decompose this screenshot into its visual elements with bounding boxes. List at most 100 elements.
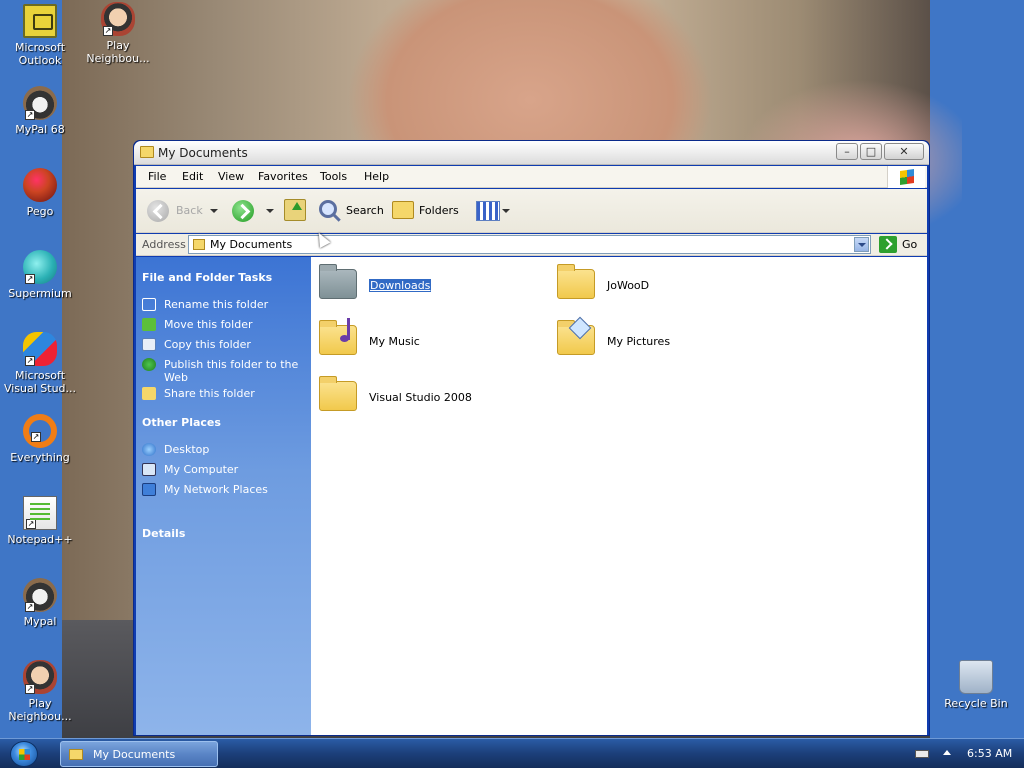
folders-button[interactable]: Folders bbox=[419, 204, 459, 217]
address-input[interactable]: My Documents bbox=[188, 235, 871, 254]
folder-icon bbox=[69, 749, 83, 760]
folder-item-my-pictures[interactable]: My Pictures bbox=[557, 316, 757, 365]
menu-help[interactable]: Help bbox=[364, 170, 389, 183]
menu-view[interactable]: View bbox=[218, 170, 244, 183]
folder-name: My Music bbox=[369, 335, 420, 348]
folder-item-visual-studio-2008[interactable]: Visual Studio 2008 bbox=[319, 376, 519, 421]
menu-edit[interactable]: Edit bbox=[182, 170, 203, 183]
taskbar-button-my-documents[interactable]: My Documents bbox=[60, 741, 218, 767]
keyboard-icon[interactable] bbox=[915, 750, 929, 758]
menu-file[interactable]: File bbox=[148, 170, 166, 183]
folder-content-area: Downloads JoWooD My Music My Pictures Vi… bbox=[311, 257, 927, 735]
pictures-folder-icon bbox=[557, 316, 595, 355]
publish-web-icon bbox=[142, 358, 156, 371]
play-neighbours-icon: ↗ bbox=[101, 2, 135, 36]
forward-arrow-icon[interactable] bbox=[232, 200, 254, 222]
desktop-icon-recycle-bin[interactable]: Recycle Bin bbox=[936, 660, 1016, 710]
music-folder-icon bbox=[319, 318, 357, 355]
menu-favorites[interactable]: Favorites bbox=[258, 170, 308, 183]
mypal-icon: ↗ bbox=[23, 578, 57, 612]
task-pane: File and Folder Tasks Rename this folder… bbox=[136, 257, 311, 735]
desktop-icon-supermium[interactable]: ↗ Supermium bbox=[0, 250, 80, 300]
file-folder-tasks-header[interactable]: File and Folder Tasks bbox=[142, 271, 272, 284]
task-rename-folder[interactable]: Rename this folder bbox=[164, 298, 304, 311]
desktop-icon-play-neighbours-2[interactable]: ↗ Play Neighbou... bbox=[0, 660, 80, 723]
desktop-icon-label: Microsoft bbox=[14, 369, 66, 382]
place-my-computer[interactable]: My Computer bbox=[164, 463, 304, 476]
folder-item-jowood[interactable]: JoWooD bbox=[557, 264, 757, 309]
desktop-icon-outlook[interactable]: Microsoft Outlook bbox=[0, 4, 80, 67]
other-places-header[interactable]: Other Places bbox=[142, 416, 221, 429]
show-hidden-icons-icon[interactable] bbox=[943, 750, 951, 755]
desktop-icon-visual-studio[interactable]: ↗ Microsoft Visual Stud... bbox=[0, 332, 80, 395]
task-move-folder[interactable]: Move this folder bbox=[164, 318, 304, 331]
place-my-network[interactable]: My Network Places bbox=[164, 483, 304, 496]
computer-icon bbox=[142, 463, 156, 476]
explorer-window: My Documents – □ ✕ File Edit View Favori… bbox=[133, 140, 930, 736]
menu-tools[interactable]: Tools bbox=[320, 170, 347, 183]
desktop-icon-label: Supermium bbox=[8, 287, 72, 300]
desktop-icon-play-neighbours[interactable]: ↗ Play Neighbou... bbox=[78, 2, 158, 65]
desktop-icon-mypal68[interactable]: ↗ MyPal 68 bbox=[0, 86, 80, 136]
chevron-down-icon[interactable] bbox=[854, 237, 869, 252]
address-value: My Documents bbox=[210, 238, 293, 251]
taskbar: My Documents 6:53 AM bbox=[0, 738, 1024, 768]
shortcut-arrow-icon: ↗ bbox=[25, 110, 35, 120]
up-folder-icon[interactable] bbox=[284, 199, 306, 221]
go-button[interactable]: Go bbox=[902, 238, 917, 251]
start-button[interactable] bbox=[10, 741, 38, 767]
desktop-icon-label: MyPal 68 bbox=[15, 123, 65, 136]
desktop-icon-label: Play bbox=[28, 697, 52, 710]
folder-icon bbox=[557, 264, 595, 299]
outlook-icon bbox=[23, 4, 57, 38]
taskbar-button-label: My Documents bbox=[93, 748, 176, 761]
go-arrow-icon[interactable] bbox=[879, 236, 897, 253]
desktop-icon-notepad-plus-plus[interactable]: ↗ Notepad++ bbox=[0, 496, 80, 546]
shortcut-arrow-icon: ↗ bbox=[26, 519, 36, 529]
search-button[interactable]: Search bbox=[346, 204, 384, 217]
folder-item-my-music[interactable]: My Music bbox=[319, 318, 519, 365]
place-desktop[interactable]: Desktop bbox=[164, 443, 304, 456]
move-icon bbox=[142, 318, 156, 331]
shortcut-arrow-icon: ↗ bbox=[103, 26, 113, 36]
share-icon bbox=[142, 387, 156, 400]
back-dropdown-icon[interactable] bbox=[210, 209, 218, 213]
views-dropdown-icon[interactable] bbox=[502, 209, 510, 213]
forward-dropdown-icon[interactable] bbox=[266, 209, 274, 213]
folder-name: JoWooD bbox=[607, 279, 650, 292]
desktop-right-strip bbox=[962, 0, 1024, 738]
folder-name: My Pictures bbox=[607, 335, 671, 348]
search-icon[interactable] bbox=[319, 200, 337, 218]
desktop-icon-label: Everything bbox=[10, 451, 70, 464]
desktop-icon-pego[interactable]: Pego bbox=[0, 168, 80, 218]
visual-studio-icon: ↗ bbox=[23, 332, 57, 366]
task-share-folder[interactable]: Share this folder bbox=[164, 387, 304, 398]
desktop-icon-label: Microsoft bbox=[14, 41, 66, 54]
notepad-plus-plus-icon: ↗ bbox=[23, 496, 57, 530]
address-bar: Address My Documents Go bbox=[136, 234, 927, 256]
back-button-label[interactable]: Back bbox=[176, 204, 203, 217]
window-titlebar[interactable]: My Documents – □ ✕ bbox=[134, 141, 929, 165]
task-publish-folder[interactable]: Publish this folder to the Web bbox=[164, 358, 304, 384]
minimize-button[interactable]: – bbox=[836, 143, 858, 160]
desktop-icon-label: Neighbou... bbox=[86, 52, 150, 65]
details-header[interactable]: Details bbox=[142, 527, 185, 540]
maximize-button[interactable]: □ bbox=[860, 143, 882, 160]
pego-icon bbox=[23, 168, 57, 202]
desktop-icon-label: Mypal bbox=[23, 615, 57, 628]
views-icon[interactable] bbox=[476, 201, 500, 221]
close-button[interactable]: ✕ bbox=[884, 143, 924, 160]
desktop-icon-everything[interactable]: ↗ Everything bbox=[0, 414, 80, 464]
folder-name: Downloads bbox=[369, 279, 432, 292]
desktop-icon-mypal[interactable]: ↗ Mypal bbox=[0, 578, 80, 628]
rename-icon bbox=[142, 298, 156, 311]
network-icon bbox=[142, 483, 156, 496]
folders-icon[interactable] bbox=[392, 201, 414, 219]
desktop-icon bbox=[142, 443, 156, 456]
clock[interactable]: 6:53 AM bbox=[967, 747, 1012, 760]
back-arrow-icon[interactable] bbox=[147, 200, 169, 222]
task-copy-folder[interactable]: Copy this folder bbox=[164, 338, 304, 351]
shortcut-arrow-icon: ↗ bbox=[31, 432, 41, 442]
windows-logo-icon bbox=[887, 166, 925, 188]
folder-item-downloads[interactable]: Downloads bbox=[319, 264, 519, 309]
